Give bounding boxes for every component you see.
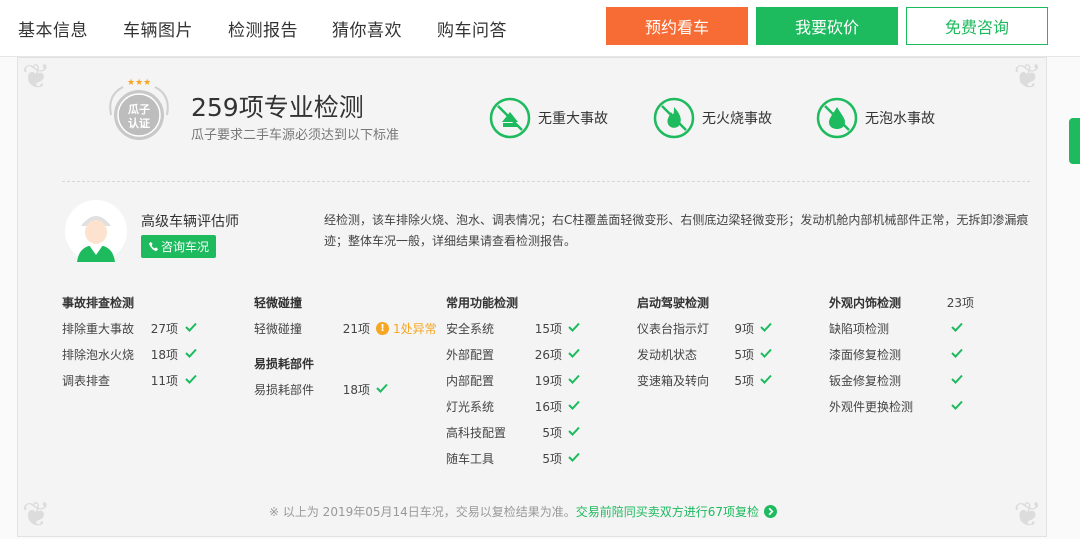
check-item-name: 变速箱及转向 <box>637 374 710 388</box>
check-item-count: 5项 <box>734 374 754 388</box>
check-item-name: 随车工具 <box>446 452 495 466</box>
check-item-count: 5项 <box>542 426 562 440</box>
bargain-button[interactable]: 我要砍价 <box>756 7 898 45</box>
group-count: 23项 <box>946 296 974 310</box>
consult-label: 咨询车况 <box>160 240 209 254</box>
check-item-name: 钣金修复检测 <box>829 374 902 388</box>
badge-line-1: 瓜子 <box>128 103 150 116</box>
no-flood-icon <box>816 97 858 139</box>
certified-badge-icon: ★★★ 瓜子 认证 <box>109 78 169 140</box>
tab-basic-info[interactable]: 基本信息 <box>18 16 88 41</box>
check-item-count: 18项 <box>342 383 370 397</box>
feature-label: 无泡水事故 <box>865 111 935 127</box>
section-divider <box>62 181 1030 182</box>
inspection-summary: 经检测，该车排除火烧、泡水、调表情况；右C柱覆盖面轻微变形、右侧底边梁轻微变形；… <box>324 213 1029 248</box>
check-item-name: 外观件更换检测 <box>829 400 914 414</box>
check-icon <box>951 322 963 332</box>
check-item-count: 5项 <box>734 348 754 362</box>
badge-line-2: 认证 <box>128 116 150 130</box>
check-item-name: 缺陷项检测 <box>829 322 890 336</box>
group-title-exterior-interior: 外观内饰检测 <box>829 296 902 310</box>
group-title-common-functions: 常用功能检测 <box>446 296 519 310</box>
consult-condition-button[interactable]: 咨询车况 <box>141 235 216 258</box>
corner-ornament-icon: ❦ <box>1013 495 1043 535</box>
check-item-count: 9项 <box>734 322 754 336</box>
group-title-driving-check: 启动驾驶检测 <box>637 296 710 310</box>
check-item-count: 27项 <box>150 322 178 336</box>
anomaly-warning[interactable]: ! 1处异常 <box>376 320 437 337</box>
check-icon <box>568 426 580 436</box>
check-item-name: 灯光系统 <box>446 400 495 414</box>
corner-ornament-icon: ❦ <box>22 57 51 97</box>
check-icon <box>185 348 197 358</box>
no-accident-icon <box>489 97 531 139</box>
check-icon <box>951 348 963 358</box>
feature-no-flood: 无泡水事故 <box>815 96 935 140</box>
check-icon <box>568 400 580 410</box>
tab-qa[interactable]: 购车问答 <box>437 16 507 41</box>
tab-vehicle-photos[interactable]: 车辆图片 <box>123 16 193 41</box>
book-viewing-button[interactable]: 预约看车 <box>606 7 748 45</box>
check-item-count: 21项 <box>342 322 370 336</box>
check-icon <box>568 322 580 332</box>
group-title-minor-collision: 轻微碰撞 <box>254 296 303 310</box>
no-fire-icon <box>653 97 695 139</box>
group-title-wear-parts: 易损耗部件 <box>254 357 315 371</box>
check-icon <box>951 400 963 410</box>
check-item-name: 高科技配置 <box>446 426 507 440</box>
tab-inspection-report[interactable]: 检测报告 <box>228 16 298 41</box>
check-item-count: 19项 <box>534 374 562 388</box>
check-item-count: 18项 <box>150 348 178 362</box>
group-title-accident-check: 事故排查检测 <box>62 296 135 310</box>
feature-label: 无火烧事故 <box>702 111 772 127</box>
check-item-count: 5项 <box>542 452 562 466</box>
free-consult-button[interactable]: 免费咨询 <box>906 7 1048 45</box>
feature-label: 无重大事故 <box>538 111 608 127</box>
check-item-name: 仪表台指示灯 <box>637 322 710 336</box>
check-icon <box>568 452 580 462</box>
corner-ornament-icon: ❦ <box>22 495 51 535</box>
phone-icon <box>148 241 159 252</box>
check-icon <box>760 374 772 384</box>
arrow-right-circle-icon[interactable] <box>764 505 778 518</box>
check-item-name: 内部配置 <box>446 374 495 388</box>
check-item-name: 排除重大事故 <box>62 322 135 336</box>
check-icon <box>568 348 580 358</box>
check-item-name: 调表排查 <box>62 374 111 388</box>
check-item-name: 易损耗部件 <box>254 383 315 397</box>
check-icon <box>568 374 580 384</box>
check-icon <box>951 374 963 384</box>
check-icon <box>185 322 197 332</box>
check-item-name: 排除泡水火烧 <box>62 348 135 362</box>
warning-icon: ! <box>376 322 389 335</box>
corner-ornament-icon: ❦ <box>1013 57 1043 97</box>
feature-no-major-accident: 无重大事故 <box>488 96 608 140</box>
check-icon <box>185 374 197 384</box>
check-item-name: 轻微碰撞 <box>254 322 303 336</box>
assessor-title: 高级车辆评估师 <box>141 214 239 230</box>
assessor-avatar <box>65 200 127 262</box>
svg-text:★★★: ★★★ <box>127 78 151 88</box>
page-title: 259项专业检测 <box>191 93 364 122</box>
check-item-count: 26项 <box>534 348 562 362</box>
check-item-name: 漆面修复检测 <box>829 348 902 362</box>
check-item-name: 安全系统 <box>446 322 495 336</box>
check-item-name: 外部配置 <box>446 348 495 362</box>
side-float-tab[interactable] <box>1069 118 1080 164</box>
check-item-name: 发动机状态 <box>637 348 698 362</box>
check-icon <box>760 322 772 332</box>
check-icon <box>760 348 772 358</box>
feature-no-fire: 无火烧事故 <box>652 96 772 140</box>
top-nav: 基本信息 车辆图片 检测报告 猜你喜欢 购车问答 预约看车 我要砍价 免费咨询 <box>0 0 1080 57</box>
footer-note-text: ※ 以上为 2019年05月14日车况，交易以复检结果为准。 <box>269 505 576 519</box>
warning-text: 1处异常 <box>393 322 437 336</box>
check-icon <box>376 383 388 393</box>
footer-note: ※ 以上为 2019年05月14日车况，交易以复检结果为准。 交易前陪同买卖双方… <box>269 503 778 520</box>
tab-recommendations[interactable]: 猜你喜欢 <box>332 16 402 41</box>
check-item-count: 16项 <box>534 400 562 414</box>
recheck-link[interactable]: 交易前陪同买卖双方进行67项复检 <box>576 503 759 520</box>
page-subtitle: 瓜子要求二手车源必须达到以下标准 <box>191 128 400 143</box>
check-item-count: 15项 <box>534 322 562 336</box>
check-item-count: 11项 <box>150 374 178 388</box>
